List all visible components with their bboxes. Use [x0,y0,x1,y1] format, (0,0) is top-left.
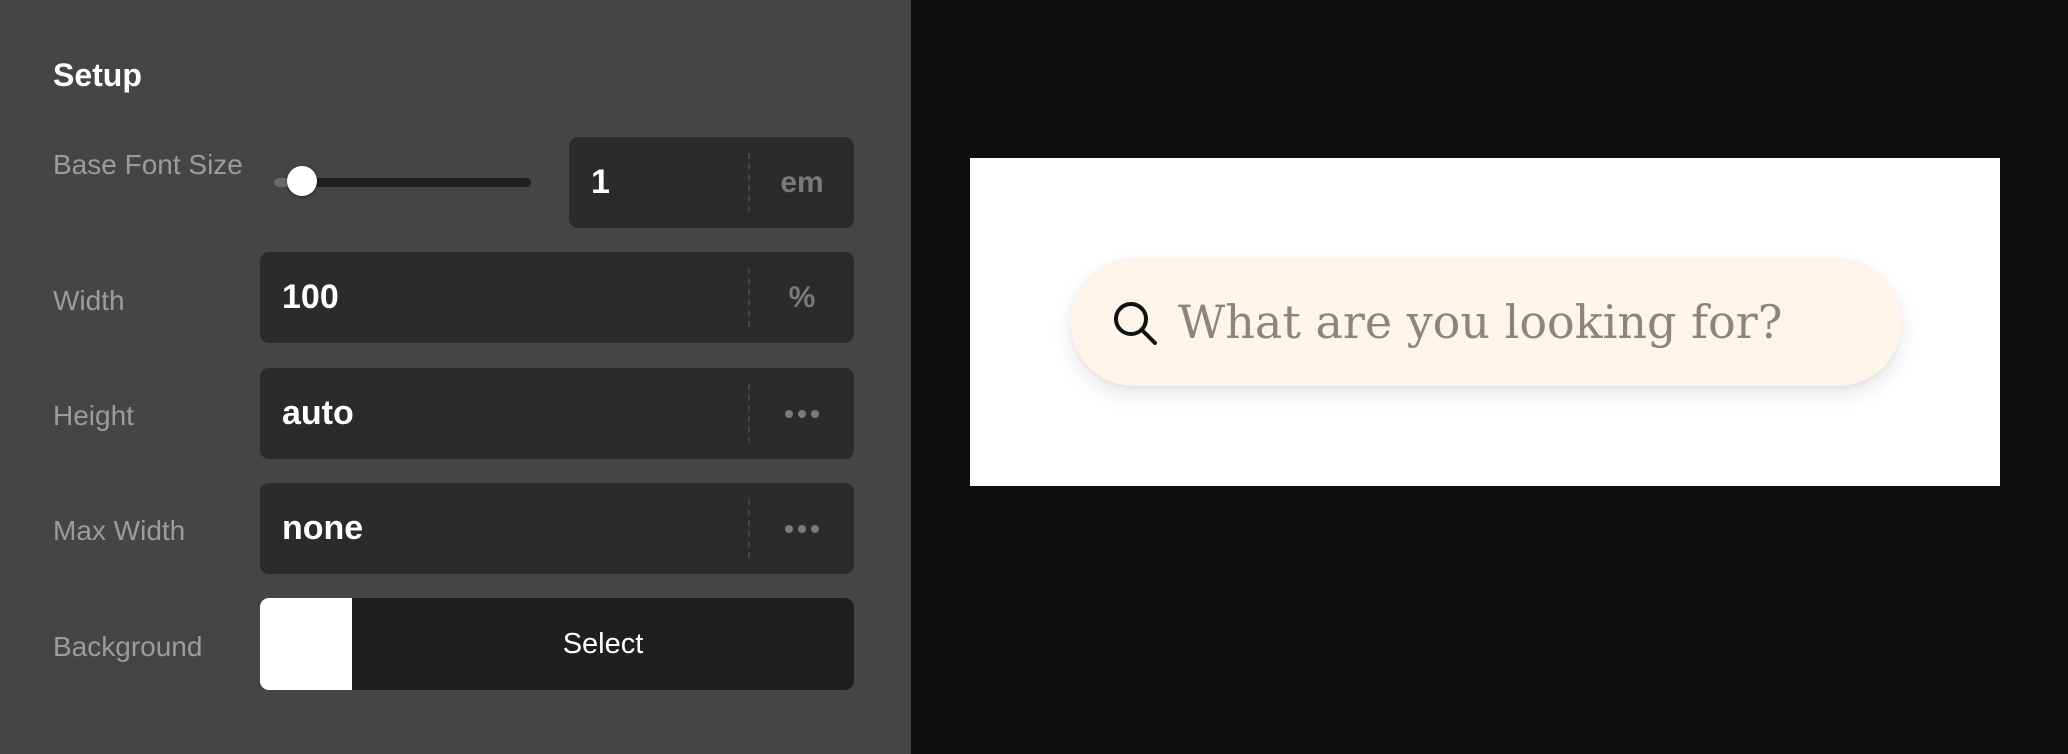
height-label: Height [53,400,134,431]
search-bar[interactable] [1070,258,1902,386]
base-font-size-value[interactable]: 1 [591,137,610,228]
max-width-label: Max Width [53,515,186,546]
preview-canvas [970,158,2000,486]
max-width-field[interactable]: none [260,483,854,574]
width-label: Width [53,285,125,316]
background-label: Background [53,631,203,662]
search-input[interactable] [1178,278,1868,366]
background-field[interactable]: Select [260,598,854,690]
base-font-size-field[interactable]: 1 em [569,137,854,228]
more-dots-icon[interactable] [750,368,854,459]
search-icon[interactable] [1112,300,1158,346]
base-font-size-slider[interactable] [274,166,531,196]
height-field[interactable]: auto [260,368,854,459]
base-font-size-unit[interactable]: em [750,137,854,228]
more-dots-icon[interactable] [750,483,854,574]
width-value[interactable]: 100 [282,252,339,343]
base-font-size-label: Base Font Size [53,149,243,180]
setup-panel: Setup Base Font Size 1 em Width 100 % He… [0,0,911,754]
max-width-value[interactable]: none [282,483,363,574]
background-select-button[interactable]: Select [352,598,854,690]
background-swatch[interactable] [260,598,352,690]
height-value[interactable]: auto [282,368,354,459]
width-unit[interactable]: % [750,252,854,343]
width-field[interactable]: 100 % [260,252,854,343]
panel-title: Setup [53,57,142,93]
slider-thumb[interactable] [287,166,318,196]
